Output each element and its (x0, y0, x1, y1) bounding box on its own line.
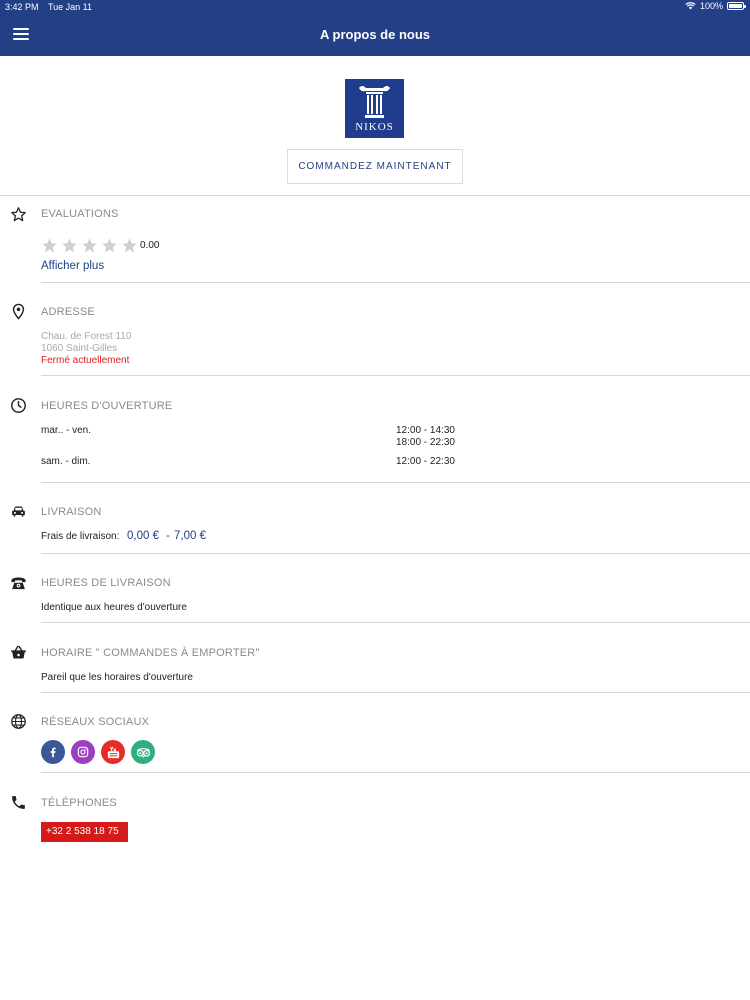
social-title: RÉSEAUX SOCIAUX (41, 716, 150, 728)
delivery-fee-label: Frais de livraison: (41, 531, 120, 542)
delivery-fee-separator: - (166, 530, 170, 542)
instagram-link[interactable] (71, 740, 95, 764)
hours-time: 12:00 - 22:30 (396, 456, 455, 467)
facebook-link[interactable] (41, 740, 65, 764)
address-line1: Chau. de Forest 110 (41, 331, 132, 342)
tripadvisor-icon (136, 747, 150, 758)
page-title: A propos de nous (319, 27, 431, 42)
divider (41, 553, 750, 554)
star-outline-icon (11, 207, 26, 222)
restaurant-logo: NIKOS (345, 79, 404, 138)
globe-icon (11, 714, 26, 729)
clock-icon (11, 398, 26, 413)
star-icon (62, 238, 77, 253)
star-icon (102, 238, 117, 253)
phones-title: TÉLÉPHONES (41, 797, 117, 809)
youtube-icon (107, 746, 119, 758)
instagram-icon (77, 746, 89, 758)
ratings-title: EVALUATIONS (41, 208, 119, 220)
delivery-fee-max: 7,00 € (174, 530, 206, 542)
divider (41, 375, 750, 376)
divider (41, 692, 750, 693)
telephone-icon (11, 577, 26, 590)
tripadvisor-link[interactable] (131, 740, 155, 764)
navigation-bar: A propos de nous (0, 14, 750, 56)
delivery-hours-text: Identique aux heures d'ouverture (41, 602, 187, 613)
column-icon (359, 86, 390, 118)
battery-percent: 100% (699, 1, 723, 11)
logo-text: NIKOS (355, 121, 394, 133)
status-time: 3:42 PM (5, 2, 39, 12)
facebook-icon (50, 747, 56, 758)
opening-hours-title: HEURES D'OUVERTURE (41, 400, 173, 412)
order-now-button[interactable]: COMMANDEZ MAINTENANT (287, 149, 463, 184)
address-line2: 1060 Saint-Gilles (41, 343, 118, 354)
status-date: Tue Jan 11 (48, 2, 93, 12)
hours-time: 18:00 - 22:30 (396, 437, 455, 448)
show-more-link[interactable]: Afficher plus (41, 260, 104, 272)
basket-icon (11, 645, 26, 659)
hours-time: 12:00 - 14:30 (396, 425, 455, 436)
star-icon (82, 238, 97, 253)
social-links (41, 740, 155, 764)
divider (41, 622, 750, 623)
star-icon (42, 238, 57, 253)
youtube-link[interactable] (101, 740, 125, 764)
car-icon (12, 506, 25, 517)
divider (41, 282, 750, 283)
hours-days: mar.. - ven. (41, 425, 92, 436)
location-pin-icon (12, 303, 25, 320)
phone-number-button[interactable]: +32 2 538 18 75 (41, 822, 128, 842)
status-right: 100% (685, 1, 746, 11)
delivery-title: LIVRAISON (41, 506, 102, 518)
delivery-fee-min: 0,00 € (127, 530, 159, 542)
battery-icon (727, 2, 746, 10)
star-icon (122, 238, 137, 253)
status-bar: 3:42 PM Tue Jan 11 100% (0, 0, 750, 14)
divider (41, 772, 750, 773)
divider (41, 482, 750, 483)
open-status: Fermé actuellement (41, 355, 130, 366)
address-title: ADRESSE (41, 306, 95, 318)
rating-score: 0.00 (140, 240, 160, 251)
hours-days: sam. - dim. (41, 456, 91, 467)
phone-handset-icon (12, 796, 25, 809)
divider (0, 195, 750, 196)
takeaway-text: Pareil que les horaires d'ouverture (41, 672, 193, 683)
takeaway-title: HORAIRE " COMMANDES À EMPORTER" (41, 647, 260, 659)
wifi-icon (685, 2, 696, 10)
rating-stars (41, 237, 138, 254)
delivery-hours-title: HEURES DE LIVRAISON (41, 577, 171, 589)
